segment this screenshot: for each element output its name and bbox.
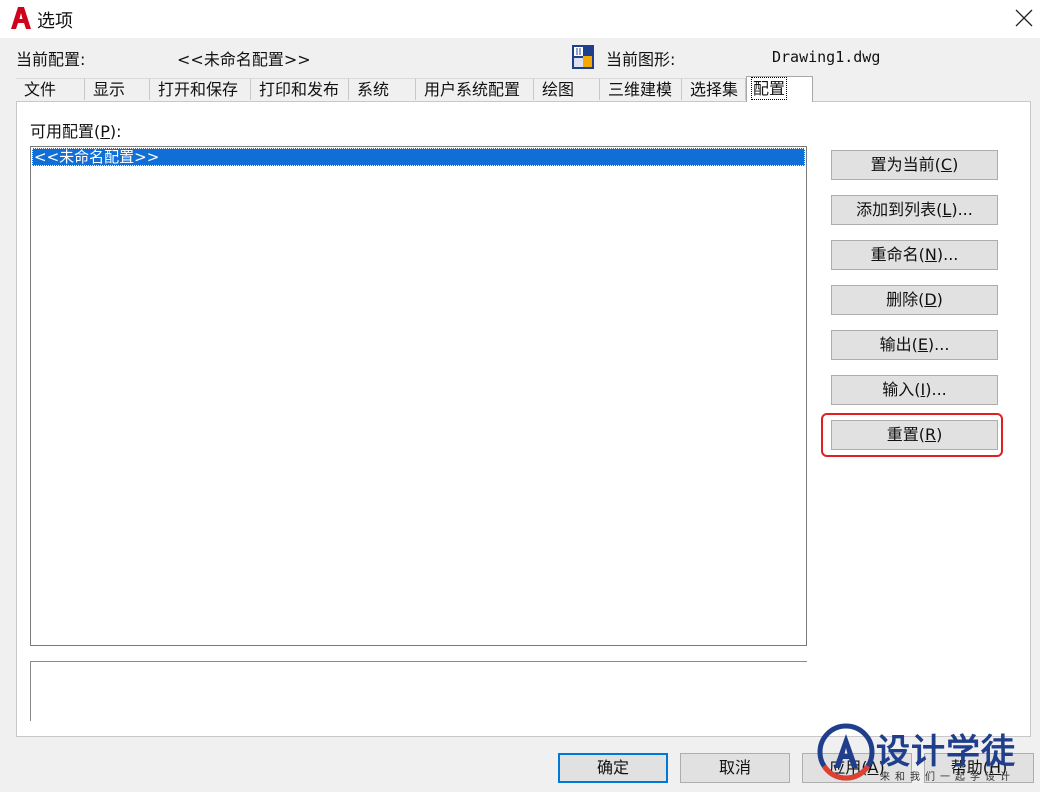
ok-button[interactable]: 确定 — [558, 753, 668, 783]
rename-button[interactable]: 重命名(N)... — [831, 240, 998, 270]
watermark-logo-icon — [817, 723, 875, 781]
set-current-button[interactable]: 置为当前(C) — [831, 150, 998, 180]
tab-label: 打印和发布 — [259, 80, 340, 99]
window-title: 选项 — [37, 11, 73, 32]
tab-label: 选择集 — [690, 80, 739, 99]
tab-label: 用户系统配置 — [424, 80, 521, 99]
delete-button[interactable]: 删除(D) — [831, 285, 998, 315]
list-item[interactable]: <<未命名配置>> — [32, 148, 805, 166]
tab-label: 配置 — [750, 77, 788, 100]
current-drawing-label: 当前图形: — [606, 50, 676, 69]
tab-drafting[interactable]: 绘图 — [534, 78, 600, 100]
profile-description-box — [30, 661, 807, 721]
import-button[interactable]: 输入(I)... — [831, 375, 998, 405]
tab-strip: 文件 显示 打开和保存 打印和发布 系统 用户系统配置 绘图 三维建模 选择集 … — [16, 76, 816, 102]
tab-plot-publish[interactable]: 打印和发布 — [251, 78, 349, 100]
available-profiles-label: 可用配置(P): — [30, 122, 122, 141]
tab-system[interactable]: 系统 — [349, 78, 416, 100]
tab-display[interactable]: 显示 — [85, 78, 150, 100]
tab-label: 系统 — [357, 80, 390, 99]
reset-highlight-annotation — [821, 413, 1003, 457]
tab-label: 文件 — [24, 80, 57, 99]
tab-3d-modeling[interactable]: 三维建模 — [600, 78, 682, 100]
tab-label: 三维建模 — [608, 80, 673, 99]
tab-profiles[interactable]: 配置 — [746, 76, 813, 102]
profiles-listbox[interactable] — [30, 146, 807, 646]
watermark-subtext: 来和我们一起学设计 — [880, 772, 1015, 783]
tab-label: 显示 — [93, 80, 126, 99]
tab-files[interactable]: 文件 — [16, 78, 85, 100]
current-profile-value: <<未命名配置>> — [177, 50, 311, 69]
tab-open-save[interactable]: 打开和保存 — [150, 78, 251, 100]
tab-label: 打开和保存 — [158, 80, 239, 99]
autocad-logo-icon — [10, 6, 32, 30]
drawing-icon — [571, 44, 595, 70]
title-bar — [0, 0, 1040, 38]
watermark-text: 设计学徒 — [876, 732, 1016, 772]
export-button[interactable]: 输出(E)... — [831, 330, 998, 360]
close-icon — [1015, 9, 1033, 27]
tab-label: 绘图 — [542, 80, 575, 99]
close-button[interactable] — [1008, 2, 1040, 34]
tab-selection[interactable]: 选择集 — [682, 78, 746, 100]
current-profile-label: 当前配置: — [16, 50, 86, 69]
add-to-list-button[interactable]: 添加到列表(L)... — [831, 195, 998, 225]
cancel-button[interactable]: 取消 — [680, 753, 790, 783]
current-drawing-value: Drawing1.dwg — [772, 48, 881, 66]
tab-user-preferences[interactable]: 用户系统配置 — [416, 78, 534, 100]
